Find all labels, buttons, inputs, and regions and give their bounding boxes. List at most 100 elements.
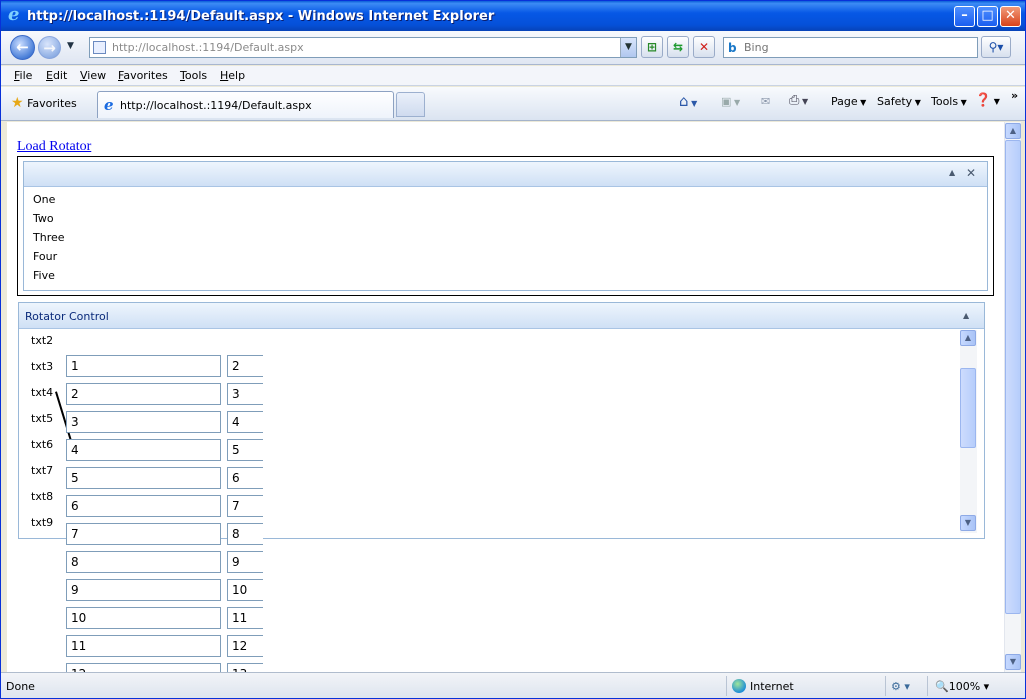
rotator-label: txt7: [31, 464, 54, 477]
rotator-label: txt5: [31, 412, 54, 425]
maximize-button[interactable]: □: [977, 6, 998, 27]
rotator-textbox[interactable]: 1: [66, 355, 221, 377]
rotator-textbox[interactable]: 7: [227, 495, 263, 517]
close-icon[interactable]: ✕: [966, 166, 976, 180]
title-bar: e http://localhost.:1194/Default.aspx - …: [1, 1, 1025, 31]
rotator-title: Rotator Control: [25, 310, 109, 323]
search-input[interactable]: [744, 40, 969, 55]
star-icon: ★: [11, 95, 24, 111]
collapse-icon[interactable]: ▲: [949, 168, 955, 177]
scroll-up-icon[interactable]: ▲: [960, 330, 976, 346]
rotator-label: txt3: [31, 360, 54, 373]
mail-icon[interactable]: ✉: [761, 95, 770, 108]
rotator-textbox[interactable]: 10: [227, 579, 263, 601]
list-item: Three: [33, 231, 65, 244]
rotator-textbox[interactable]: 8: [66, 551, 221, 573]
rotator-textbox[interactable]: 10: [66, 607, 221, 629]
tab-current[interactable]: e http://localhost.:1194/Default.aspx: [97, 91, 394, 118]
rotator-textbox[interactable]: 4: [66, 439, 221, 461]
rotator-textbox[interactable]: 11: [66, 635, 221, 657]
scroll-up-icon[interactable]: ▲: [1005, 123, 1021, 139]
new-tab-button[interactable]: [396, 92, 425, 117]
address-input[interactable]: [112, 40, 612, 55]
scroll-down-icon[interactable]: ▼: [1005, 654, 1021, 670]
list-item: Five: [33, 269, 55, 282]
rotator-textbox[interactable]: 11: [227, 607, 263, 629]
list-panel: ▲ ✕ One Two Three Four Five: [17, 156, 994, 296]
globe-icon: [732, 679, 746, 693]
rotator-textbox[interactable]: 2: [66, 383, 221, 405]
security-zone: Internet: [750, 680, 794, 693]
rotator-textbox[interactable]: 5: [66, 467, 221, 489]
menu-help[interactable]: Help: [220, 69, 245, 82]
rotator-textbox[interactable]: 6: [227, 467, 263, 489]
recent-pages-dropdown-icon[interactable]: ▼: [67, 41, 74, 51]
address-bar[interactable]: ▼: [89, 37, 637, 58]
menu-tools[interactable]: Tools: [180, 69, 207, 82]
page-scrollbar[interactable]: ▲ ▼: [1004, 122, 1021, 672]
favorites-bar: ★ Favorites e http://localhost.:1194/Def…: [1, 87, 1025, 121]
forward-button[interactable]: →: [38, 36, 61, 59]
rotator-textbox[interactable]: 2: [227, 355, 263, 377]
search-icon[interactable]: ⚲▾: [981, 36, 1011, 58]
collapse-icon[interactable]: ▲: [963, 311, 969, 320]
rotator-textbox[interactable]: 13: [227, 663, 263, 672]
rotator-textbox[interactable]: 3: [66, 411, 221, 433]
refresh-icon[interactable]: ⇆: [667, 36, 689, 58]
status-separator: [726, 676, 727, 696]
tab-label: http://localhost.:1194/Default.aspx: [120, 99, 312, 112]
back-button[interactable]: ←: [10, 35, 35, 60]
window-title: http://localhost.:1194/Default.aspx - Wi…: [27, 9, 495, 24]
help-icon[interactable]: ❓ ▼: [975, 93, 1000, 108]
rotator-label: txt2: [31, 334, 54, 347]
ie-page-icon: e: [104, 96, 114, 114]
rotator-label: txt9: [31, 516, 54, 529]
load-rotator-link[interactable]: Load Rotator: [17, 139, 91, 155]
menu-edit[interactable]: Edit: [46, 69, 67, 82]
rotator-textbox[interactable]: 7: [66, 523, 221, 545]
scroll-thumb[interactable]: [1005, 140, 1021, 614]
close-button[interactable]: ✕: [1000, 6, 1021, 27]
menu-favorites[interactable]: Favorites: [118, 69, 168, 82]
rotator-textbox[interactable]: 5: [227, 439, 263, 461]
home-icon[interactable]: ⌂ ▼: [679, 92, 697, 110]
scroll-thumb[interactable]: [960, 368, 976, 448]
status-text: Done: [6, 680, 35, 693]
menu-view[interactable]: View: [80, 69, 106, 82]
minimize-button[interactable]: –: [954, 6, 975, 27]
more-chevron-icon[interactable]: »: [1011, 89, 1018, 102]
page-icon: [93, 41, 106, 54]
print-icon[interactable]: ⎙ ▼: [789, 93, 808, 108]
ie-logo-icon: e: [8, 4, 20, 25]
page-content: Load Rotator ▲ ✕ One Two Three Four Five…: [7, 122, 1004, 672]
search-box[interactable]: b: [723, 37, 978, 58]
rotator-label: txt4: [31, 386, 54, 399]
rotator-textbox[interactable]: 3: [227, 383, 263, 405]
rotator-textbox[interactable]: 9: [66, 579, 221, 601]
rotator-textbox[interactable]: 12: [227, 635, 263, 657]
rotator-textbox[interactable]: 9: [227, 551, 263, 573]
page-menu[interactable]: Page ▼: [831, 95, 866, 108]
zoom-button[interactable]: 🔍100% ▾: [935, 680, 989, 693]
stop-icon[interactable]: ✕: [693, 36, 715, 58]
list-panel-header: ▲ ✕: [24, 162, 987, 187]
navigation-bar: ← → ▼ ▼ ⊞ ⇆ ✕ b ⚲▾: [1, 31, 1025, 65]
protected-mode-icon[interactable]: ⚙ ▾: [891, 680, 910, 693]
scroll-down-icon[interactable]: ▼: [960, 515, 976, 531]
favorites-button[interactable]: ★ Favorites: [11, 95, 77, 111]
rotator-label: txt8: [31, 490, 54, 503]
menu-file[interactable]: File: [14, 69, 32, 82]
rotator-textbox[interactable]: 4: [227, 411, 263, 433]
compatibility-view-button[interactable]: ⊞: [641, 36, 663, 58]
bing-icon: b: [728, 41, 737, 55]
rotator-textbox[interactable]: 8: [227, 523, 263, 545]
rotator-textbox[interactable]: 12: [66, 663, 221, 672]
address-dropdown-icon[interactable]: ▼: [620, 38, 636, 57]
feeds-icon[interactable]: ▣ ▼: [721, 95, 740, 108]
menu-bar: File Edit View Favorites Tools Help: [1, 66, 1025, 86]
tools-menu[interactable]: Tools ▼: [931, 95, 967, 108]
rotator-scrollbar[interactable]: ▲ ▼: [960, 330, 977, 533]
rotator-textbox[interactable]: 6: [66, 495, 221, 517]
status-separator: [885, 676, 886, 696]
safety-menu[interactable]: Safety ▼: [877, 95, 921, 108]
